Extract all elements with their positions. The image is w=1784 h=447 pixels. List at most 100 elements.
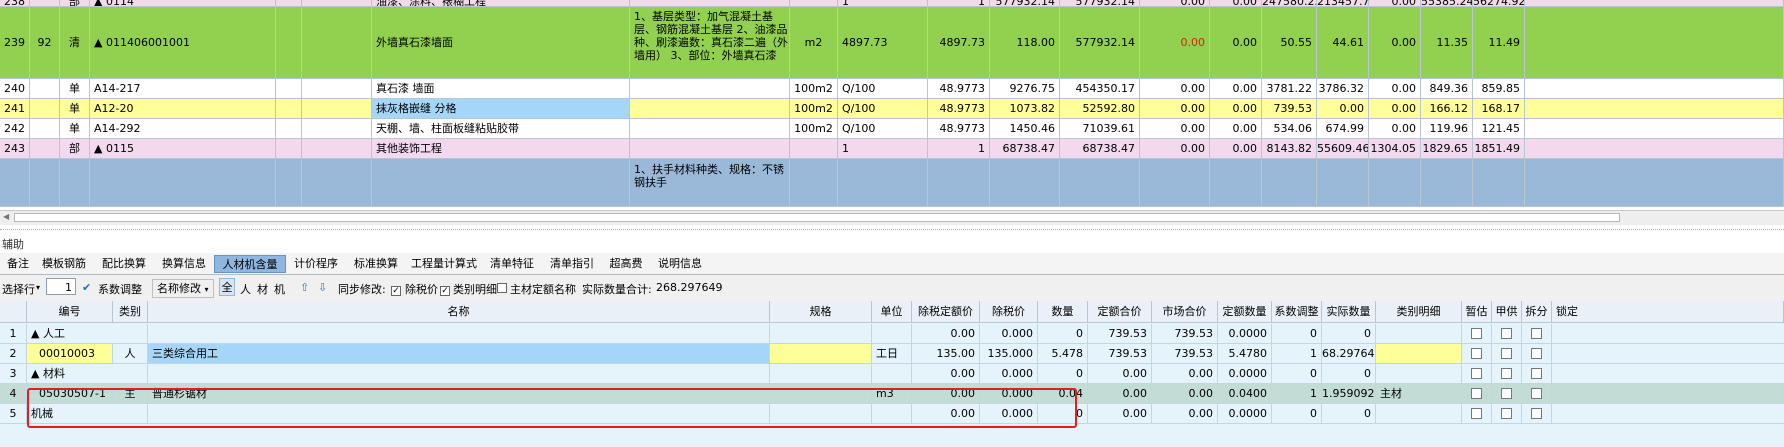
- cell-t1[interactable]: 739.53: [1088, 344, 1152, 363]
- cost-cell[interactable]: [1421, 159, 1473, 206]
- cell-p2[interactable]: 0.000: [980, 384, 1038, 403]
- cell-aq[interactable]: 0: [1322, 364, 1376, 383]
- cell-coef[interactable]: 0: [1272, 404, 1322, 423]
- feature-cell[interactable]: [630, 139, 790, 158]
- qty-cell[interactable]: 48.9773: [928, 79, 990, 98]
- cell-no[interactable]: 2: [0, 344, 27, 363]
- scrollbar-thumb[interactable]: [14, 213, 1620, 222]
- aux-tab[interactable]: 计价程序: [286, 255, 346, 273]
- cost-cell[interactable]: 0.00: [1210, 99, 1262, 118]
- cell-no[interactable]: 4: [0, 384, 27, 403]
- cell-code[interactable]: 机械: [27, 404, 113, 423]
- split-checkbox[interactable]: [1522, 384, 1552, 403]
- cell-unit[interactable]: [872, 404, 912, 423]
- cost-cell[interactable]: 166.12: [1421, 99, 1473, 118]
- cost-cell[interactable]: 3781.22: [1262, 79, 1317, 98]
- cell-dq[interactable]: 0.0000: [1218, 404, 1272, 423]
- name-cell[interactable]: 真石漆 墙面: [372, 79, 630, 98]
- cell-p1[interactable]: 135.00: [912, 344, 980, 363]
- seq-cell[interactable]: [30, 79, 60, 98]
- total-cell[interactable]: 52592.80: [1060, 99, 1140, 118]
- cell-spec[interactable]: [770, 364, 872, 383]
- cost-cell[interactable]: 859.85: [1473, 79, 1525, 98]
- name-cell[interactable]: 外墙真石漆墙面: [372, 7, 630, 78]
- estimate-checkbox[interactable]: [1462, 404, 1492, 423]
- blank-cell[interactable]: [276, 99, 302, 118]
- cell-qty[interactable]: 5.478: [1038, 344, 1088, 363]
- move-up-icon[interactable]: ⇧: [300, 281, 309, 294]
- blank-cell[interactable]: [1525, 119, 1784, 138]
- blank-cell[interactable]: [1525, 99, 1784, 118]
- cell-no[interactable]: 1: [0, 324, 27, 343]
- cost-cell[interactable]: 0.00: [1369, 79, 1421, 98]
- resource-row[interactable]: 3 ▲ 材料 0.00 0.000 0 0.00 0.00 0.0000 0 0: [0, 364, 1784, 384]
- cell-cat[interactable]: [113, 364, 148, 383]
- cell-p2[interactable]: 135.000: [980, 344, 1038, 363]
- row-number[interactable]: 241: [0, 99, 30, 118]
- category-detail-checkbox[interactable]: ✓: [440, 281, 450, 296]
- table-row[interactable]: 243 部 ▲ 0115 其他装饰工程 1 1 68738.47 68738.47 0.00 0.…: [0, 139, 1784, 159]
- cost-cell[interactable]: 1304.05: [1369, 139, 1421, 158]
- cell-qty[interactable]: 0: [1038, 364, 1088, 383]
- cost-cell[interactable]: 0.00: [1210, 119, 1262, 138]
- cell-p2[interactable]: 0.000: [980, 324, 1038, 343]
- cell-code[interactable]: 00010003: [27, 344, 113, 363]
- aux-tab[interactable]: 标准换算: [346, 255, 406, 273]
- move-down-icon[interactable]: ⇩: [318, 281, 327, 294]
- qty-cell[interactable]: [928, 159, 990, 206]
- panel-splitter[interactable]: [0, 226, 1784, 234]
- cost-cell[interactable]: [1210, 159, 1262, 206]
- type-cell[interactable]: [60, 159, 90, 206]
- cost-cell[interactable]: 56274.92: [1473, 0, 1525, 6]
- blank-cell[interactable]: [1525, 0, 1784, 6]
- split-checkbox[interactable]: [1522, 364, 1552, 383]
- column-header[interactable]: 市场合价: [1152, 301, 1218, 323]
- cost-cell[interactable]: 0.00: [1140, 139, 1210, 158]
- cell-no[interactable]: 5: [0, 404, 27, 423]
- cost-cell[interactable]: 739.53: [1262, 99, 1317, 118]
- cost-cell[interactable]: 8143.82: [1262, 139, 1317, 158]
- aux-tab[interactable]: 清单特征: [482, 255, 542, 273]
- table-row[interactable]: 1、扶手材料种类、规格：不锈钢扶手: [0, 159, 1784, 207]
- filter-machine-button[interactable]: 机: [274, 281, 285, 297]
- cell-t1[interactable]: 739.53: [1088, 324, 1152, 343]
- cell-unit[interactable]: [872, 324, 912, 343]
- estimate-checkbox[interactable]: [1462, 384, 1492, 403]
- qty-expr-cell[interactable]: 1: [838, 0, 928, 6]
- seq-cell[interactable]: [30, 159, 60, 206]
- cell-no[interactable]: 3: [0, 364, 27, 383]
- column-header[interactable]: 数量: [1038, 301, 1088, 323]
- cost-cell[interactable]: 534.06: [1262, 119, 1317, 138]
- column-header[interactable]: 除税价: [980, 301, 1038, 323]
- price-cell[interactable]: [990, 159, 1060, 206]
- total-cell[interactable]: 577932.14: [1060, 0, 1140, 6]
- cell-p1[interactable]: 0.00: [912, 404, 980, 423]
- cell-spec[interactable]: [770, 344, 872, 363]
- column-header[interactable]: 锁定: [1552, 301, 1784, 323]
- qty-expr-cell[interactable]: 1: [838, 139, 928, 158]
- resource-row[interactable]: 1 ▲ 人工 0.00 0.000 0 739.53 739.53 0.0000 0 0: [0, 324, 1784, 344]
- price-cell[interactable]: 1073.82: [990, 99, 1060, 118]
- coef-adjust-button[interactable]: 系数调整: [98, 281, 142, 297]
- seq-cell[interactable]: [30, 99, 60, 118]
- cell-unit[interactable]: m3: [872, 384, 912, 403]
- feature-cell[interactable]: [630, 99, 790, 118]
- cost-cell[interactable]: 44.61: [1317, 7, 1369, 78]
- cell-p1[interactable]: 0.00: [912, 324, 980, 343]
- qty-cell[interactable]: 4897.73: [928, 7, 990, 78]
- cell-code[interactable]: 05030507-1: [27, 384, 113, 403]
- total-cell[interactable]: 71039.61: [1060, 119, 1140, 138]
- column-header[interactable]: 暂估: [1462, 301, 1492, 323]
- cell-t2[interactable]: 0.00: [1152, 364, 1218, 383]
- column-header[interactable]: 定额数量: [1218, 301, 1272, 323]
- cell-p2[interactable]: 0.000: [980, 404, 1038, 423]
- row-number[interactable]: 238: [0, 0, 30, 6]
- qty-cell[interactable]: 48.9773: [928, 99, 990, 118]
- total-cell[interactable]: [1060, 159, 1140, 206]
- cost-cell[interactable]: 0.00: [1140, 79, 1210, 98]
- cell-cat[interactable]: 主: [113, 384, 148, 403]
- cost-cell[interactable]: 0.00: [1210, 79, 1262, 98]
- qty-cell[interactable]: 1: [928, 139, 990, 158]
- aux-tab[interactable]: 工程量计算式: [406, 255, 482, 273]
- cost-cell[interactable]: 0.00: [1140, 0, 1210, 6]
